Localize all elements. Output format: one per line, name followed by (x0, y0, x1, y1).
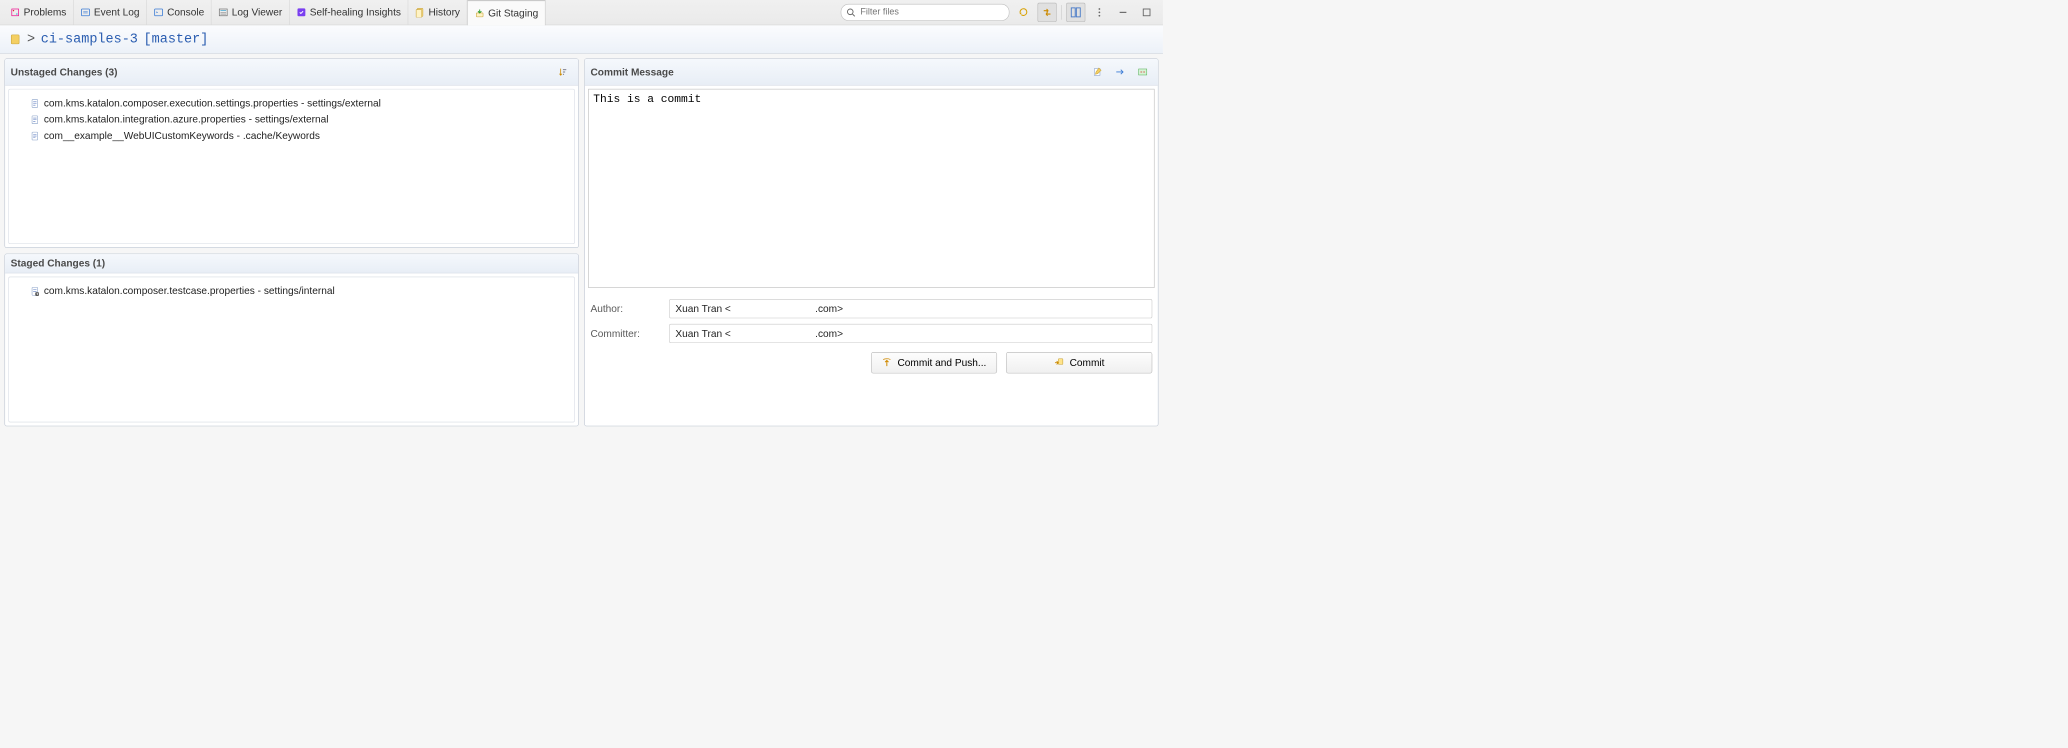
staged-title: Staged Changes (1) (11, 258, 105, 270)
file-path: com__example__WebUICustomKeywords - .cac… (44, 130, 320, 142)
refresh-icon-button[interactable] (1014, 3, 1033, 22)
file-icon (30, 131, 40, 141)
commit-panel: Commit Message Author: Commit (584, 58, 1158, 426)
console-icon (154, 7, 164, 17)
author-label: Author: (590, 303, 669, 315)
layout-columns-button[interactable] (1066, 3, 1085, 22)
unstaged-panel: Unstaged Changes (3) com.kms.katalon.com… (4, 58, 578, 248)
minimize-button[interactable] (1113, 3, 1132, 22)
sort-button[interactable] (553, 62, 572, 81)
right-column: Commit Message Author: Commit (584, 58, 1158, 426)
left-column: Unstaged Changes (3) com.kms.katalon.com… (4, 58, 578, 426)
compare-mode-button[interactable] (1038, 3, 1057, 22)
staged-panel: Staged Changes (1) ✚ com.kms.katalon.com… (4, 254, 578, 427)
unstaged-file-row[interactable]: com__example__WebUICustomKeywords - .cac… (12, 128, 570, 144)
tab-history[interactable]: History (408, 0, 467, 25)
commit-title: Commit Message (590, 66, 673, 78)
file-path: com.kms.katalon.composer.execution.setti… (44, 97, 381, 109)
file-path: com.kms.katalon.integration.azure.proper… (44, 114, 329, 126)
tab-label: Log Viewer (232, 6, 282, 18)
minimize-icon (1117, 6, 1129, 18)
layout-columns-icon (1070, 6, 1082, 18)
tab-problems[interactable]: Problems (3, 0, 73, 25)
refresh-icon (1017, 6, 1029, 18)
tab-event-log[interactable]: Event Log (74, 0, 147, 25)
signoff-button[interactable] (1111, 62, 1130, 81)
commit-button[interactable]: Commit (1006, 352, 1152, 373)
push-icon (882, 358, 892, 368)
compare-mode-icon (1041, 6, 1053, 18)
tab-label: Self-healing Insights (310, 6, 401, 18)
amend-icon (1093, 67, 1103, 77)
tab-label: History (429, 6, 461, 18)
staged-file-row[interactable]: ✚ com.kms.katalon.composer.testcase.prop… (12, 283, 570, 299)
unstaged-list[interactable]: com.kms.katalon.composer.execution.setti… (8, 89, 574, 244)
unstaged-file-row[interactable]: com.kms.katalon.integration.azure.proper… (12, 111, 570, 127)
maximize-button[interactable] (1137, 3, 1156, 22)
top-right-tools (837, 0, 1159, 25)
breadcrumb-branch: [master] (144, 32, 209, 47)
filter-files-input[interactable] (859, 7, 1003, 18)
commit-header: Commit Message (585, 59, 1158, 85)
sort-icon (558, 67, 568, 77)
problems-icon (10, 7, 20, 17)
changeid-button[interactable] (1133, 62, 1152, 81)
commit-icon (1054, 358, 1064, 368)
tab-label: Problems (24, 6, 67, 18)
view-menu-button[interactable] (1090, 3, 1109, 22)
view-tab-strip: Problems Event Log Console Log Viewer Se… (3, 0, 545, 25)
committer-input[interactable] (669, 324, 1152, 343)
breadcrumb-sep: > (27, 32, 35, 47)
tab-label: Git Staging (488, 7, 538, 19)
tab-self-healing[interactable]: Self-healing Insights (290, 0, 409, 25)
committer-label: Committer: (590, 328, 669, 340)
staged-list[interactable]: ✚ com.kms.katalon.composer.testcase.prop… (8, 277, 574, 423)
button-label: Commit (1070, 357, 1105, 369)
event-log-icon (80, 7, 90, 17)
kebab-icon (1093, 6, 1105, 18)
commit-and-push-button[interactable]: Commit and Push... (871, 352, 997, 373)
tab-console[interactable]: Console (147, 0, 212, 25)
author-input[interactable] (669, 299, 1152, 318)
search-icon (846, 7, 856, 17)
tab-label: Console (167, 6, 204, 18)
commit-message-input[interactable] (588, 89, 1154, 288)
button-label: Commit and Push... (897, 357, 986, 369)
top-toolbar: Problems Event Log Console Log Viewer Se… (0, 0, 1163, 25)
changeid-icon (1138, 67, 1148, 77)
amend-button[interactable] (1088, 62, 1107, 81)
commit-buttons: Commit and Push... Commit (585, 349, 1158, 379)
unstaged-header: Unstaged Changes (3) (5, 59, 578, 85)
file-path: com.kms.katalon.composer.testcase.proper… (44, 285, 335, 297)
history-icon (415, 7, 425, 17)
unstaged-title: Unstaged Changes (3) (11, 66, 118, 78)
self-healing-icon (296, 7, 306, 17)
log-viewer-icon (218, 7, 228, 17)
signoff-icon (1115, 67, 1125, 77)
tab-log-viewer[interactable]: Log Viewer (212, 0, 290, 25)
tab-label: Event Log (94, 6, 140, 18)
breadcrumb: > ci-samples-3 [master] (0, 25, 1163, 54)
maximize-icon (1140, 6, 1152, 18)
git-staging-icon (475, 8, 485, 18)
filter-files-box[interactable] (841, 4, 1010, 21)
repository-icon (9, 33, 21, 45)
main-area: Unstaged Changes (3) com.kms.katalon.com… (0, 54, 1163, 431)
commit-fields: Author: Committer: (585, 291, 1158, 348)
file-icon (30, 114, 40, 124)
staged-file-icon: ✚ (30, 286, 40, 296)
unstaged-file-row[interactable]: com.kms.katalon.composer.execution.setti… (12, 95, 570, 111)
breadcrumb-repo: ci-samples-3 (41, 32, 138, 47)
staged-header: Staged Changes (1) (5, 254, 578, 273)
file-icon (30, 98, 40, 108)
tab-git-staging[interactable]: Git Staging (467, 0, 545, 25)
